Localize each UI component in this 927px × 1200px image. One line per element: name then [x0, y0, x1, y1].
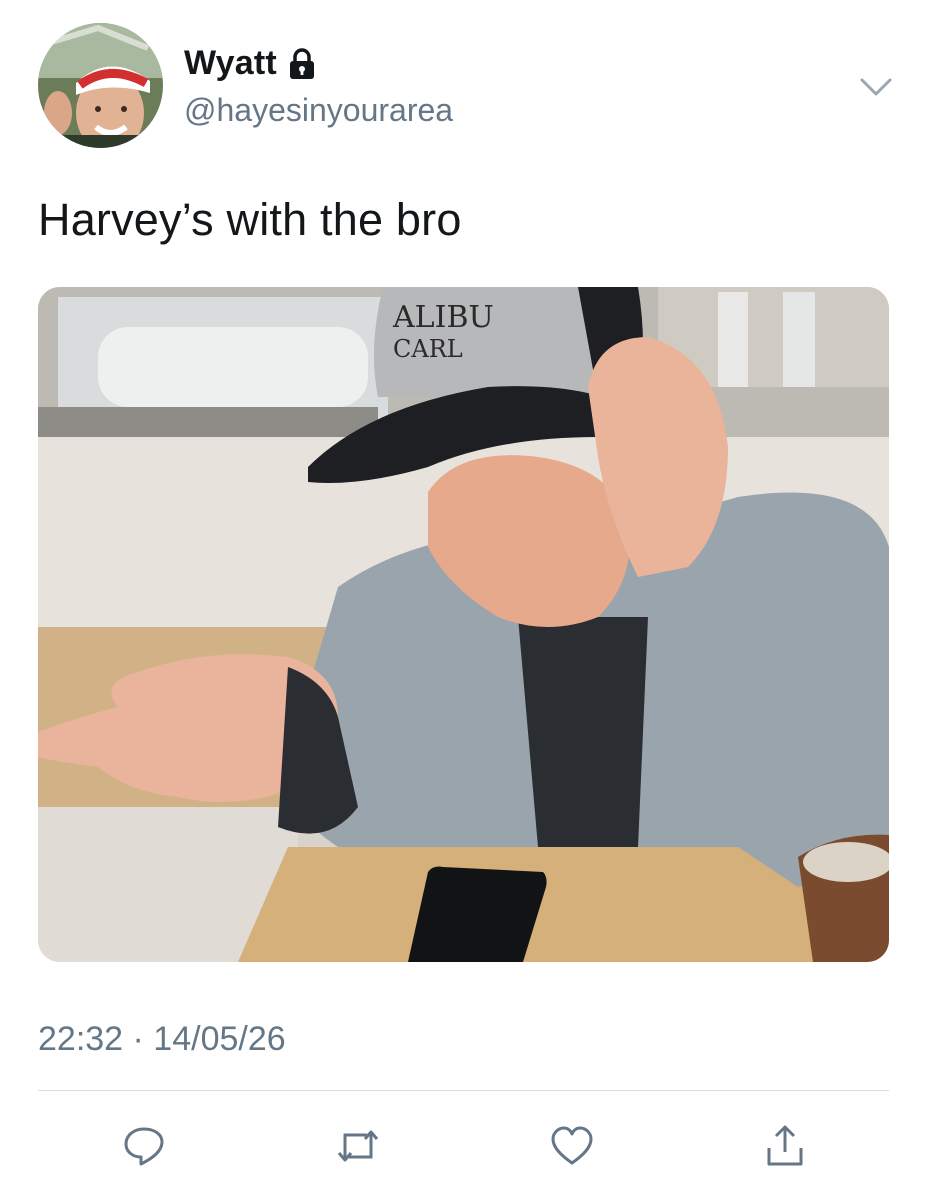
tweet-text: Harvey’s with the bro [38, 194, 462, 245]
tweet-card: Wyatt @hayesinyourarea Harvey’s with the… [0, 0, 927, 1200]
reply-icon [121, 1123, 167, 1169]
avatar-image [38, 23, 163, 148]
svg-text:ALIBU: ALIBU [392, 300, 494, 335]
action-bar [0, 1118, 927, 1174]
divider [38, 1090, 889, 1091]
retweet-icon [333, 1123, 383, 1169]
reply-button[interactable] [116, 1118, 172, 1174]
user-handle[interactable]: @hayesinyourarea [184, 92, 453, 129]
retweet-button[interactable] [330, 1118, 386, 1174]
like-button[interactable] [544, 1118, 600, 1174]
share-button[interactable] [757, 1118, 813, 1174]
author-name-row: Wyatt [184, 44, 317, 83]
tweet-timestamp[interactable]: 22:32 · 14/05/26 [38, 1020, 286, 1059]
svg-text:CARL: CARL [393, 335, 463, 363]
lock-icon [287, 47, 317, 81]
display-name[interactable]: Wyatt [184, 44, 277, 83]
chevron-down-icon[interactable] [858, 74, 894, 100]
heart-icon [548, 1123, 596, 1169]
avatar[interactable] [38, 23, 163, 148]
share-icon [762, 1122, 808, 1170]
tweet-photo[interactable]: ALIBU CARL [38, 287, 889, 962]
